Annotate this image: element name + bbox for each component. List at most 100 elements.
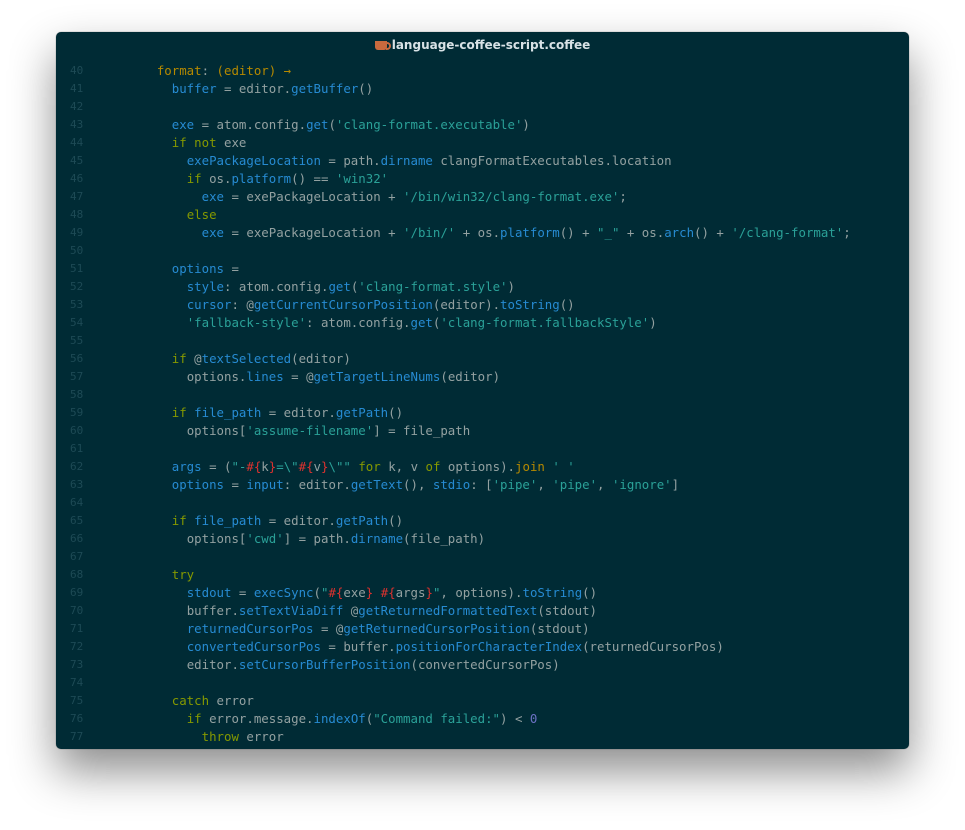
- code-token: 0: [529, 711, 538, 726]
- code-token: getPath: [335, 405, 389, 420]
- code-token: =: [223, 477, 247, 492]
- code-token: for: [358, 459, 381, 474]
- code-token: (),: [403, 477, 433, 492]
- code-text: if file_path = editor.getPath(): [127, 404, 403, 422]
- code-token: , options).: [440, 585, 523, 600]
- code-token: (convertedCursorPos): [410, 657, 560, 672]
- code-line[interactable]: 74: [56, 674, 909, 692]
- code-line[interactable]: 48 else: [56, 206, 909, 224]
- code-text: convertedCursorPos = buffer.positionForC…: [127, 638, 724, 656]
- code-token: (): [358, 81, 374, 96]
- code-token: try: [171, 567, 195, 582]
- code-line[interactable]: 68 try: [56, 566, 909, 584]
- line-number: 72: [70, 640, 84, 653]
- code-token: toString: [500, 297, 560, 312]
- code-line[interactable]: 75 catch error: [56, 692, 909, 710]
- code-token: ) <: [500, 711, 530, 726]
- code-text: options =: [127, 260, 239, 278]
- code-token: = path.: [320, 153, 381, 168]
- code-token: if not: [171, 135, 217, 150]
- code-token: textSelected: [201, 351, 292, 366]
- code-token: \"": [328, 459, 351, 474]
- code-line[interactable]: 60 options['assume-filename'] = file_pat…: [56, 422, 909, 440]
- line-number: 56: [70, 352, 84, 365]
- code-line[interactable]: 53 cursor: @getCurrentCursorPosition(edi…: [56, 296, 909, 314]
- code-line[interactable]: 50: [56, 242, 909, 260]
- code-token: exe: [343, 585, 366, 600]
- code-line[interactable]: 52 style: atom.config.get('clang-format.…: [56, 278, 909, 296]
- code-token: convertedCursorPos: [186, 639, 321, 654]
- code-token: = exePackageLocation +: [224, 225, 404, 240]
- code-text: if file_path = editor.getPath(): [127, 512, 403, 530]
- code-line[interactable]: 71 returnedCursorPos = @getReturnedCurso…: [56, 620, 909, 638]
- code-token: editor.: [186, 657, 239, 672]
- code-line[interactable]: 51 options =: [56, 260, 909, 278]
- line-number: 54: [70, 316, 84, 329]
- code-line[interactable]: 69 stdout = execSync("#{exe} #{args}", o…: [56, 584, 909, 602]
- code-line[interactable]: 73 editor.setCursorBufferPosition(conver…: [56, 656, 909, 674]
- code-token: () ==: [291, 171, 336, 186]
- code-token: setTextViaDiff: [238, 603, 344, 618]
- code-token: 'pipe': [552, 477, 598, 492]
- code-token: options: [171, 477, 224, 492]
- code-token: getTargetLineNums: [313, 369, 441, 384]
- code-token: 'ignore': [611, 477, 672, 492]
- code-line[interactable]: 43 exe = atom.config.get('clang-format.e…: [56, 116, 909, 134]
- code-line[interactable]: 42: [56, 98, 909, 116]
- code-token: dirname: [350, 531, 404, 546]
- code-token: ): [649, 315, 657, 330]
- code-line[interactable]: 66 options['cwd'] = path.dirname(file_pa…: [56, 530, 909, 548]
- code-line[interactable]: 70 buffer.setTextViaDiff @getReturnedFor…: [56, 602, 909, 620]
- code-token: ;: [619, 189, 627, 204]
- code-line[interactable]: 46 if os.platform() == 'win32': [56, 170, 909, 188]
- code-line[interactable]: 63 options = input: editor.getText(), st…: [56, 476, 909, 494]
- code-token: #{: [328, 585, 344, 600]
- code-line[interactable]: 67: [56, 548, 909, 566]
- code-line[interactable]: 40 format: (editor) →: [56, 62, 909, 80]
- code-line[interactable]: 45 exePackageLocation = path.dirname cla…: [56, 152, 909, 170]
- code-line[interactable]: 77 throw error: [56, 728, 909, 746]
- code-token: indexOf: [313, 711, 366, 726]
- code-line[interactable]: 58: [56, 386, 909, 404]
- code-line[interactable]: 57 options.lines = @getTargetLineNums(ed…: [56, 368, 909, 386]
- code-token: = @: [283, 369, 314, 384]
- code-line[interactable]: 72 convertedCursorPos = buffer.positionF…: [56, 638, 909, 656]
- code-line[interactable]: 47 exe = exePackageLocation + '/bin/win3…: [56, 188, 909, 206]
- code-token: ): [507, 279, 515, 294]
- code-line[interactable]: 61: [56, 440, 909, 458]
- code-text: if error.message.indexOf("Command failed…: [127, 710, 538, 728]
- code-token: (returnedCursorPos): [582, 639, 724, 654]
- code-token: :: [201, 63, 217, 78]
- code-line[interactable]: 55: [56, 332, 909, 350]
- code-token: : atom.config.: [306, 315, 411, 330]
- code-text: 'fallback-style': atom.config.get('clang…: [127, 314, 657, 332]
- code-token: k, v: [380, 459, 426, 474]
- code-text: exe = exePackageLocation + '/bin/win32/c…: [127, 188, 627, 206]
- code-text: style: atom.config.get('clang-format.sty…: [127, 278, 515, 296]
- code-token: if: [171, 513, 187, 528]
- code-token: join: [515, 459, 545, 474]
- code-token: }: [425, 585, 433, 600]
- code-line[interactable]: 41 buffer = editor.getBuffer(): [56, 80, 909, 98]
- code-line[interactable]: 59 if file_path = editor.getPath(): [56, 404, 909, 422]
- code-text: try: [127, 566, 194, 584]
- code-line[interactable]: 76 if error.message.indexOf("Command fai…: [56, 710, 909, 728]
- code-line[interactable]: 56 if @textSelected(editor): [56, 350, 909, 368]
- code-editor[interactable]: 40 format: (editor) → 41 buffer = editor.…: [56, 62, 909, 746]
- code-token: error: [209, 693, 254, 708]
- code-token: get: [328, 279, 351, 294]
- line-number: 47: [70, 190, 84, 203]
- code-line[interactable]: 64: [56, 494, 909, 512]
- code-line[interactable]: 44 if not exe: [56, 134, 909, 152]
- code-token: @: [343, 603, 359, 618]
- code-line[interactable]: 49 exe = exePackageLocation + '/bin/' + …: [56, 224, 909, 242]
- line-number: 55: [70, 334, 84, 347]
- code-line[interactable]: 54 'fallback-style': atom.config.get('cl…: [56, 314, 909, 332]
- line-number: 49: [70, 226, 84, 239]
- code-line[interactable]: 62 args = ("-#{k}=\"#{v}\"" for k, v of …: [56, 458, 909, 476]
- code-token: 'pipe': [492, 477, 538, 492]
- line-number: 76: [70, 712, 84, 725]
- code-line[interactable]: 65 if file_path = editor.getPath(): [56, 512, 909, 530]
- code-text: stdout = execSync("#{exe} #{args}", opti…: [127, 584, 597, 602]
- line-number: 73: [70, 658, 84, 671]
